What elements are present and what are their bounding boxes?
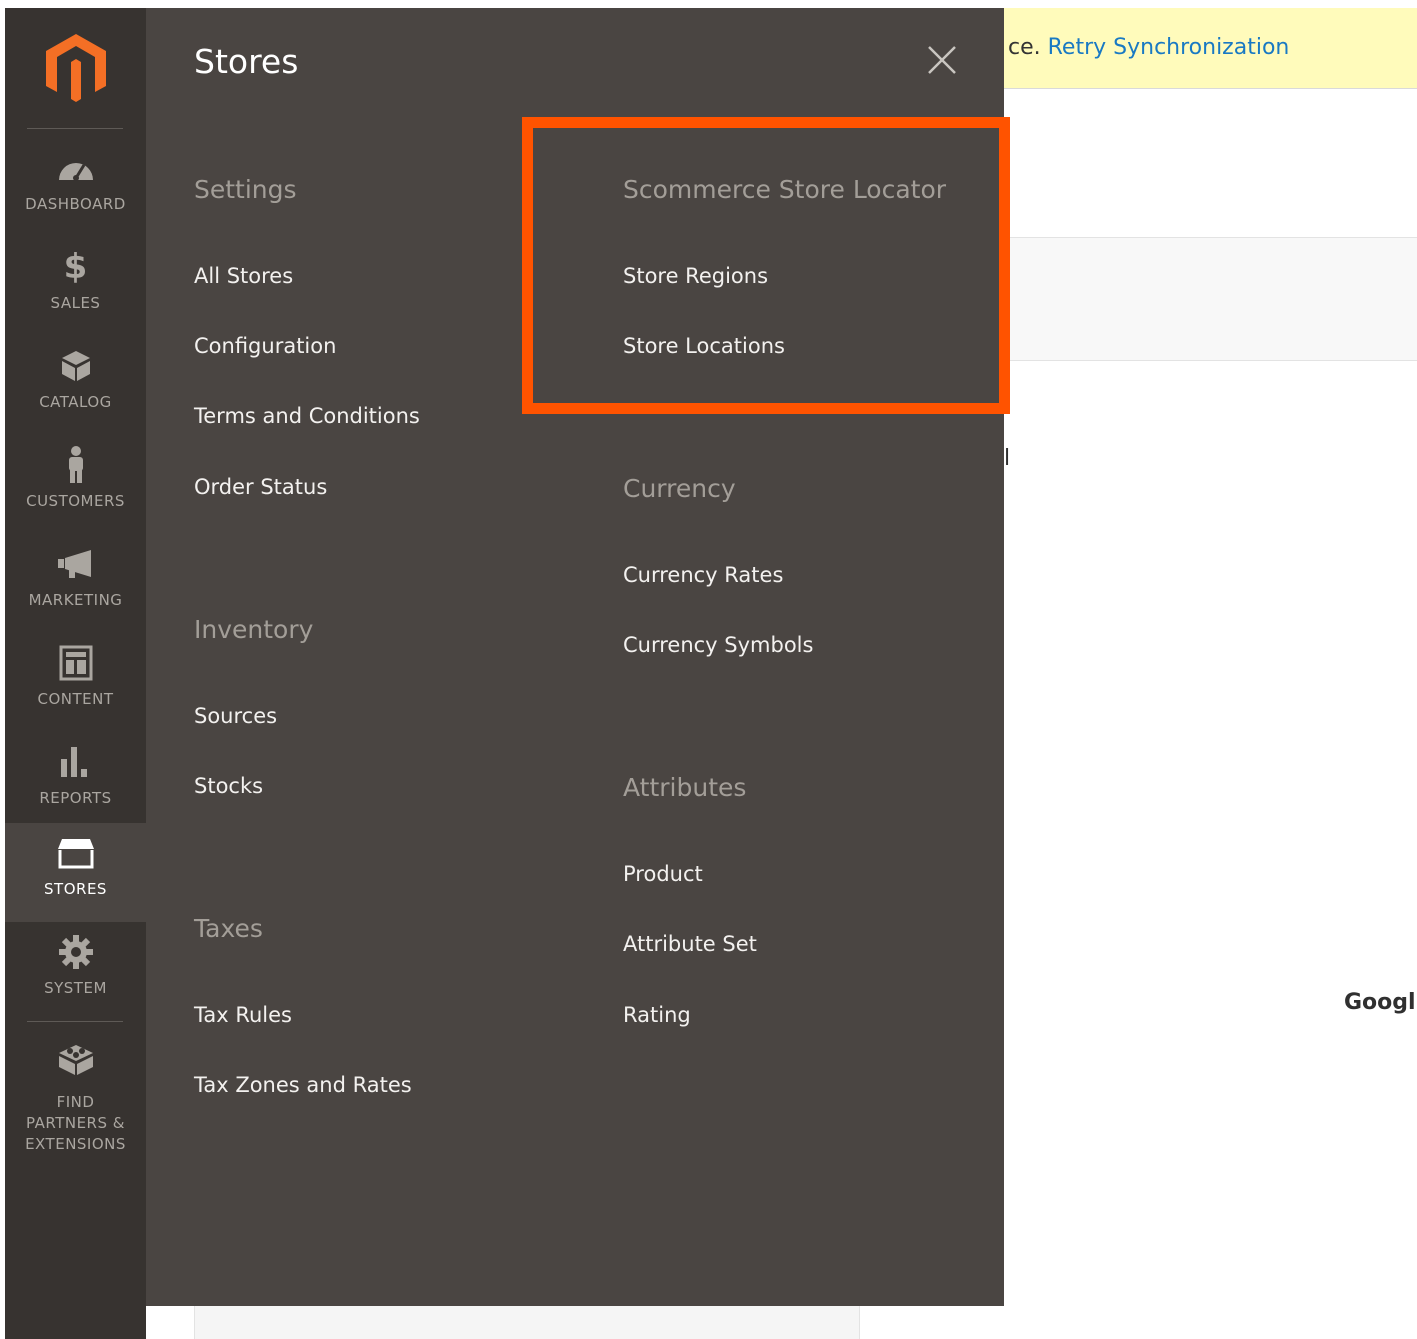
sidebar-item-content[interactable]: CONTENT bbox=[5, 633, 146, 732]
menu-link-configuration[interactable]: Configuration bbox=[194, 334, 336, 358]
sidebar-item-label: DASHBOARD bbox=[25, 195, 126, 213]
sidebar-item-label: CATALOG bbox=[39, 393, 112, 411]
sidebar-item-label: CUSTOMERS bbox=[26, 492, 125, 510]
bar-chart-icon bbox=[56, 744, 96, 780]
group-title-taxes: Taxes bbox=[194, 914, 263, 943]
background-bottom-panel bbox=[194, 1306, 860, 1339]
catalog-box-icon bbox=[56, 348, 96, 384]
dashboard-icon bbox=[56, 150, 96, 186]
menu-link-attribute-set[interactable]: Attribute Set bbox=[623, 932, 757, 956]
content-layout-icon bbox=[56, 645, 96, 681]
menu-link-stocks[interactable]: Stocks bbox=[194, 774, 263, 798]
group-title-attributes: Attributes bbox=[623, 773, 747, 802]
sidebar-item-label: CONTENT bbox=[37, 690, 114, 708]
sidebar-item-label: SALES bbox=[50, 294, 101, 312]
sidebar-item-stores[interactable]: STORES bbox=[5, 823, 146, 922]
sidebar-divider bbox=[27, 1021, 123, 1022]
menu-link-product[interactable]: Product bbox=[623, 862, 703, 886]
notice-text: ce. Retry Synchronization bbox=[1008, 35, 1289, 60]
menu-link-terms-and-conditions[interactable]: Terms and Conditions bbox=[194, 404, 420, 428]
menu-link-all-stores[interactable]: All Stores bbox=[194, 264, 293, 288]
label-line: PARTNERS & bbox=[26, 1114, 125, 1132]
admin-sidebar: DASHBOARD $ SALES CATALOG CUSTOMERS MARK… bbox=[5, 8, 146, 1339]
menu-link-tax-zones-and-rates[interactable]: Tax Zones and Rates bbox=[194, 1073, 412, 1097]
label-line: FIND bbox=[56, 1093, 95, 1111]
menu-link-rating[interactable]: Rating bbox=[623, 1003, 691, 1027]
sidebar-item-label: STORES bbox=[44, 880, 107, 898]
dollar-icon: $ bbox=[63, 247, 88, 287]
sidebar-item-reports[interactable]: REPORTS bbox=[5, 732, 146, 831]
flyout-title: Stores bbox=[194, 42, 299, 81]
sidebar-item-catalog[interactable]: CATALOG bbox=[5, 336, 146, 435]
background-text-fragment: l bbox=[1004, 446, 1011, 471]
extensions-icon bbox=[56, 1042, 96, 1078]
menu-link-currency-rates[interactable]: Currency Rates bbox=[623, 563, 783, 587]
sidebar-item-label: FIND PARTNERS & EXTENSIONS bbox=[5, 1092, 146, 1155]
system-notice-bar: ce. Retry Synchronization bbox=[1004, 8, 1417, 89]
sidebar-item-marketing[interactable]: MARKETING bbox=[5, 534, 146, 633]
close-icon[interactable] bbox=[926, 44, 958, 76]
sidebar-divider bbox=[27, 128, 123, 129]
retry-synchronization-link[interactable]: Retry Synchronization bbox=[1048, 35, 1290, 60]
magento-logo-icon[interactable] bbox=[43, 32, 109, 104]
sidebar-item-label: REPORTS bbox=[39, 789, 112, 807]
background-google-fragment: Googl bbox=[1344, 990, 1416, 1015]
sidebar-item-customers[interactable]: CUSTOMERS bbox=[5, 435, 146, 534]
group-title-inventory: Inventory bbox=[194, 615, 314, 644]
person-icon bbox=[56, 446, 96, 483]
menu-link-currency-symbols[interactable]: Currency Symbols bbox=[623, 633, 813, 657]
group-title-currency: Currency bbox=[623, 474, 736, 503]
menu-link-sources[interactable]: Sources bbox=[194, 704, 277, 728]
group-title-settings: Settings bbox=[194, 175, 297, 204]
highlight-annotation-box bbox=[522, 117, 1010, 414]
sidebar-item-find-partners[interactable]: FIND PARTNERS & EXTENSIONS bbox=[5, 1030, 146, 1153]
sidebar-item-dashboard[interactable]: DASHBOARD bbox=[5, 138, 146, 237]
sidebar-item-label: SYSTEM bbox=[44, 979, 107, 997]
background-panel bbox=[1004, 237, 1417, 361]
sidebar-item-label: MARKETING bbox=[28, 591, 123, 609]
label-line: EXTENSIONS bbox=[25, 1135, 126, 1153]
notice-prefix: ce. bbox=[1008, 35, 1048, 60]
storefront-icon bbox=[56, 835, 96, 871]
sidebar-item-sales[interactable]: $ SALES bbox=[5, 237, 146, 336]
menu-link-tax-rules[interactable]: Tax Rules bbox=[194, 1003, 292, 1027]
megaphone-icon bbox=[56, 546, 96, 582]
sidebar-item-system[interactable]: SYSTEM bbox=[5, 922, 146, 1021]
gear-icon bbox=[56, 934, 96, 970]
menu-link-order-status[interactable]: Order Status bbox=[194, 475, 327, 499]
